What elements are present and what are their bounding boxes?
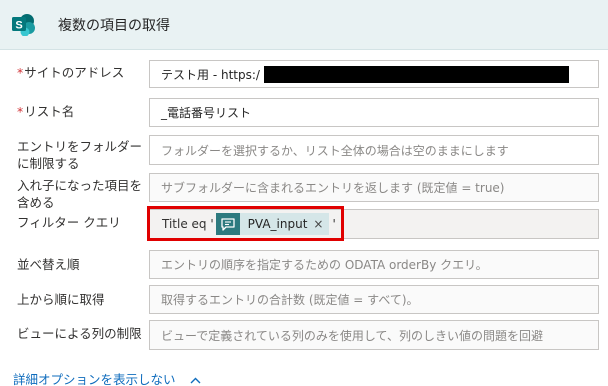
nested-items-dropdown[interactable]: サブフォルダーに含まれるエントリを返します (既定値 = true)	[149, 173, 599, 202]
svg-text:S: S	[15, 20, 22, 32]
nested-items-placeholder: サブフォルダーに含まれるエントリを返します (既定値 = true)	[161, 181, 505, 195]
required-marker: *	[17, 65, 24, 80]
order-by-input[interactable]: エントリの順序を指定するための ODATA orderBy クエリ。	[149, 250, 599, 279]
dynamic-content-token[interactable]: PVA_input ×	[215, 213, 330, 235]
list-name-value: _電話番号リスト	[161, 106, 252, 120]
filter-suffix-text: '	[332, 217, 336, 231]
top-count-label: 上から順に取得	[17, 292, 105, 307]
sharepoint-icon: S	[12, 14, 36, 37]
site-address-value: テスト用 - https:/	[161, 67, 260, 82]
redacted-block	[263, 65, 569, 83]
list-name-label: *リスト名	[17, 104, 75, 119]
chevron-up-icon	[190, 372, 201, 386]
nested-items-label: 入れ子になった項目を 含める	[17, 178, 143, 210]
folder-limit-placeholder: フォルダーを選択するか、リスト全体の場合は空のままにします	[161, 143, 509, 158]
required-marker: *	[17, 104, 24, 119]
site-address-field[interactable]: テスト用 - https:/	[149, 60, 599, 88]
action-header[interactable]: S 複数の項目の取得	[0, 0, 608, 50]
hide-advanced-options-link[interactable]: 詳細オプションを表示しない	[13, 369, 201, 386]
remove-token-icon[interactable]: ×	[313, 217, 329, 231]
chat-bubble-icon	[215, 213, 240, 235]
folder-limit-label: エントリをフォルダー に制限する	[17, 139, 143, 171]
order-by-placeholder: エントリの順序を指定するための ODATA orderBy クエリ。	[161, 258, 488, 272]
filter-prefix-text: Title eq '	[162, 217, 214, 231]
top-count-input[interactable]: 取得するエントリの合計数 (既定値 = すべて)。	[149, 285, 599, 314]
site-address-label: *サイトのアドレス	[17, 65, 125, 80]
token-label: PVA_input	[247, 217, 308, 231]
folder-limit-input[interactable]: フォルダーを選択するか、リスト全体の場合は空のままにします	[149, 135, 599, 165]
view-limit-dropdown[interactable]: ビューで定義されている列のみを使用して、列のしきい値の問題を回避	[149, 320, 599, 350]
filter-query-input[interactable]: Title eq ' PVA_input × '	[149, 209, 599, 239]
action-title[interactable]: 複数の項目の取得	[58, 15, 170, 35]
view-limit-placeholder: ビューで定義されている列のみを使用して、列のしきい値の問題を回避	[161, 328, 543, 343]
top-count-placeholder: 取得するエントリの合計数 (既定値 = すべて)。	[161, 293, 419, 307]
order-by-label: 並べ替え順	[17, 257, 80, 272]
list-name-field[interactable]: _電話番号リスト	[149, 98, 599, 127]
view-limit-label: ビューによる列の制限	[17, 326, 142, 341]
filter-query-label: フィルター クエリ	[17, 215, 121, 230]
advanced-options-label: 詳細オプションを表示しない	[13, 372, 176, 386]
